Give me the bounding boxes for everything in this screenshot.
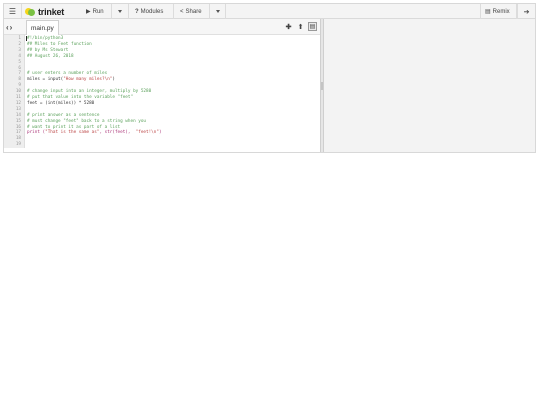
logo-text: trinket [38, 6, 65, 17]
upload-icon[interactable]: ⬆ [296, 22, 305, 31]
question-icon: ? [135, 8, 139, 15]
trinket-logo[interactable]: trinket [22, 4, 80, 19]
run-label: Run [92, 8, 104, 15]
code-editor: ‹› main.py ✚ ⬆ ▤ 1 #!/bin/python3 2 ## Mile… [4, 19, 320, 152]
share-button[interactable]: < Share [176, 4, 210, 19]
run-button[interactable]: ▶ Run [82, 4, 112, 19]
remix-button[interactable]: ▤ Remix [480, 4, 517, 19]
modules-button[interactable]: ? Modules [131, 4, 174, 19]
run-options-dropdown[interactable] [112, 4, 129, 19]
menu-button[interactable]: ☰ [4, 4, 22, 19]
splitter-grip[interactable] [321, 82, 323, 90]
trinket-embed: ☰ trinket ▶ Run ? Modules < Share ▤ Remi… [3, 3, 536, 153]
trinket-logo-icon [25, 7, 35, 16]
code-line[interactable]: 19 [4, 142, 320, 148]
login-button[interactable]: ➔ [517, 4, 535, 19]
share-icon: < [180, 8, 184, 15]
tab-scroll-arrows[interactable]: ‹› [6, 23, 13, 32]
hamburger-icon: ☰ [8, 7, 17, 16]
line-number: 19 [15, 142, 21, 148]
tab-actions: ✚ ⬆ ▤ [284, 22, 317, 31]
share-label: Share [185, 8, 202, 15]
caret-down-icon [118, 10, 122, 13]
caret-down-icon [215, 10, 220, 13]
save-icon: ▤ [485, 9, 491, 15]
add-file-icon[interactable]: ✚ [284, 22, 293, 31]
play-icon: ▶ [86, 9, 91, 15]
output-panel [324, 19, 535, 152]
chevron-right-icon[interactable]: › [10, 23, 14, 32]
toolbar: ☰ trinket ▶ Run ? Modules < Share ▤ Remi… [4, 4, 535, 19]
file-options-icon[interactable]: ▤ [308, 22, 317, 31]
file-tab-main[interactable]: main.py [26, 20, 59, 35]
share-options-dropdown[interactable] [210, 4, 226, 19]
remix-label: Remix [492, 8, 510, 15]
file-tab-label: main.py [31, 24, 54, 32]
editor-tab-bar: ‹› main.py ✚ ⬆ ▤ [4, 19, 320, 35]
sign-in-icon: ➔ [523, 8, 530, 16]
modules-label: Modules [140, 8, 164, 15]
code-area[interactable]: 1 #!/bin/python3 2 ## Miles to Feet functio… [4, 35, 320, 152]
